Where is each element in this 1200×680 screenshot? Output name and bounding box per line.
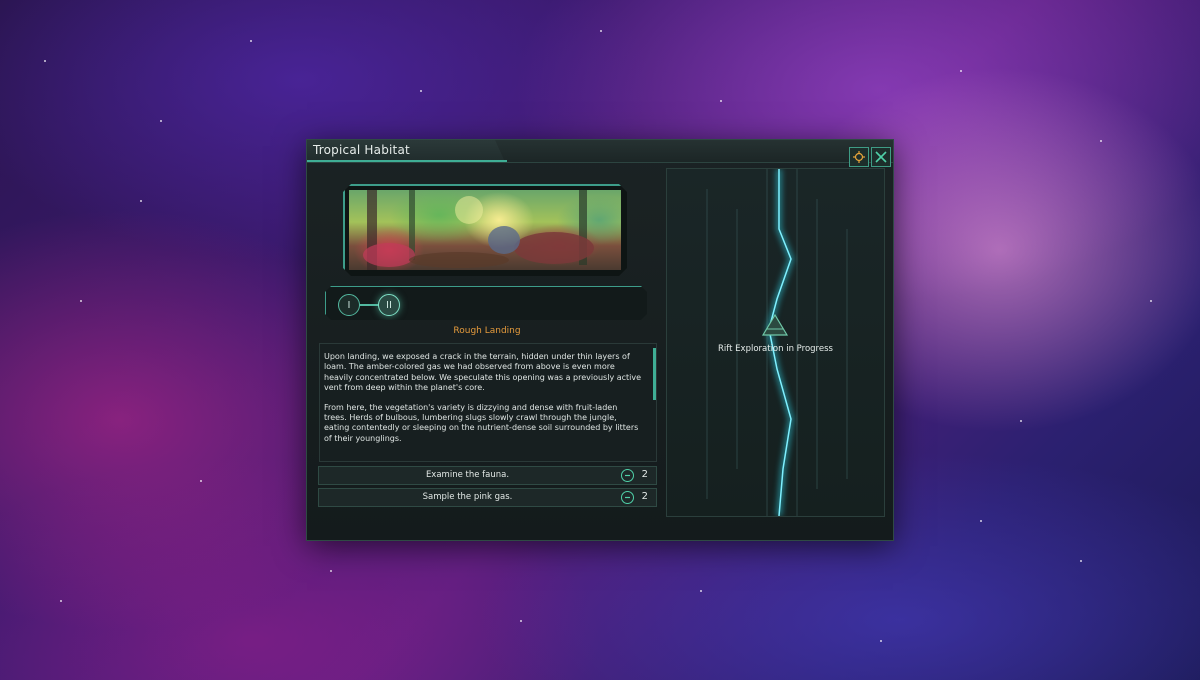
description-scrollbar[interactable]	[653, 348, 656, 400]
jungle-event-image	[349, 190, 621, 270]
speed-clock-icon	[621, 469, 634, 482]
stage-title: Rough Landing	[453, 326, 521, 336]
rift-exploration-panel: Rift Exploration in Progress	[666, 168, 885, 517]
rift-status-label: Rift Exploration in Progress	[718, 344, 833, 354]
stage-connector	[359, 304, 379, 306]
window-title: Tropical Habitat	[313, 143, 410, 157]
jungle-scene	[363, 190, 594, 270]
event-paragraph-2: From here, the vegetation's variety is d…	[324, 402, 639, 443]
option-examine-fauna[interactable]: Examine the fauna. 2	[318, 466, 657, 485]
title-bar: Tropical Habitat	[307, 140, 893, 163]
locate-planet-button[interactable]	[849, 147, 869, 167]
event-description-panel: Upon landing, we exposed a crack in the …	[319, 343, 657, 462]
speed-clock-icon	[621, 491, 634, 504]
option-sample-gas[interactable]: Sample the pink gas. 2	[318, 488, 657, 507]
close-button[interactable]	[871, 147, 891, 167]
stage-marker-2: II	[378, 294, 400, 316]
event-progress-bar: I II	[325, 286, 647, 320]
option-count: 2	[641, 469, 648, 480]
rift-visual	[706, 169, 848, 517]
event-image-frame	[343, 184, 627, 276]
option-count: 2	[641, 491, 648, 502]
locate-planet-icon	[853, 151, 865, 163]
option-label: Examine the fauna.	[425, 470, 510, 480]
close-icon	[875, 151, 887, 163]
event-paragraph-1: Upon landing, we exposed a crack in the …	[324, 352, 642, 393]
stage-marker-1: I	[338, 294, 360, 316]
title-underline	[307, 160, 507, 162]
option-label: Sample the pink gas.	[422, 492, 513, 502]
event-window: Tropical Habitat I II Rough Landing Upon…	[307, 140, 893, 540]
